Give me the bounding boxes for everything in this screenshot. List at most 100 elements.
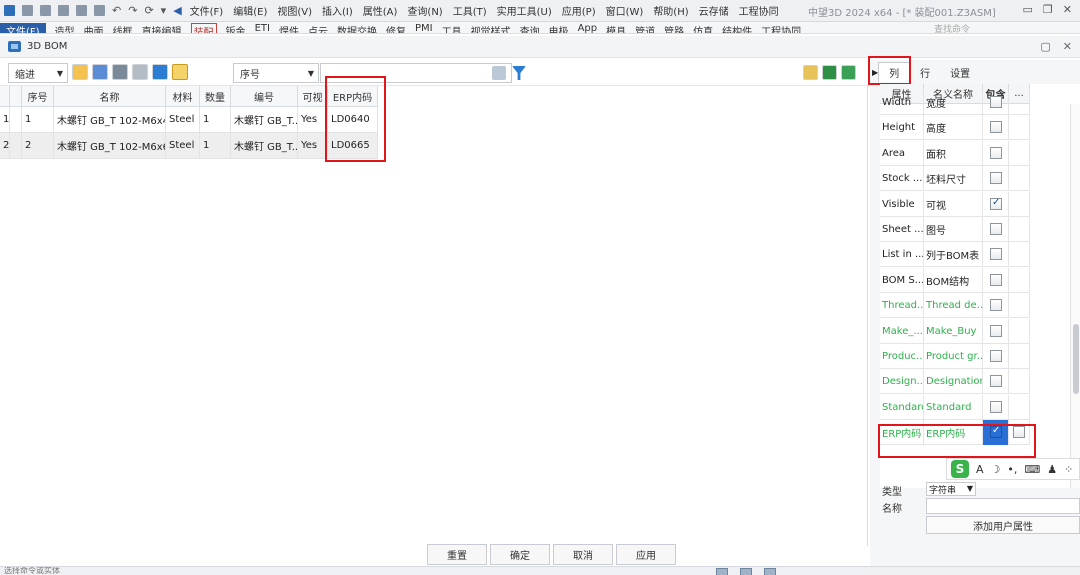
ribbon-tab[interactable]: 焊件 bbox=[279, 23, 299, 33]
render-mode-icon[interactable] bbox=[740, 568, 752, 575]
cell-seq[interactable]: 1 bbox=[22, 107, 54, 133]
refresh-icon[interactable] bbox=[152, 64, 168, 80]
include-checkbox[interactable] bbox=[990, 400, 1002, 413]
tab-settings[interactable]: 设置 bbox=[940, 62, 980, 82]
ribbon-tab[interactable]: 管道 bbox=[635, 23, 655, 33]
row-index[interactable]: 1 bbox=[0, 107, 10, 133]
include-checkbox[interactable] bbox=[990, 96, 1002, 108]
view-mode-icon[interactable] bbox=[716, 568, 728, 575]
cell-qty[interactable]: 1 bbox=[200, 133, 231, 159]
property-display-name[interactable]: Product gr... bbox=[924, 344, 983, 369]
include-checkbox[interactable] bbox=[990, 197, 1002, 210]
property-row[interactable]: Thread... Thread de... bbox=[880, 293, 1030, 319]
rebuild-icon[interactable]: ⟳ bbox=[144, 5, 153, 16]
include-checkbox[interactable] bbox=[990, 350, 1002, 362]
cell-material[interactable]: Steel bbox=[166, 133, 200, 159]
ribbon-tab[interactable]: 电极 bbox=[549, 23, 569, 33]
field-select[interactable]: 序号 ▼ bbox=[233, 63, 319, 83]
structure-icon[interactable] bbox=[112, 64, 128, 80]
include-checkbox[interactable] bbox=[990, 223, 1002, 235]
ribbon-tab[interactable]: 装配 bbox=[190, 23, 217, 33]
panel-close-icon[interactable]: ✕ bbox=[1063, 40, 1072, 53]
comment-icon[interactable]: ▢ bbox=[1040, 40, 1050, 53]
include-checkbox[interactable] bbox=[990, 121, 1002, 134]
col-header-qty[interactable]: 数量 bbox=[200, 86, 231, 107]
tab-file[interactable]: 文件(F) bbox=[0, 23, 46, 33]
ime-punct-icon[interactable]: •, bbox=[1007, 463, 1017, 476]
ribbon-tab[interactable]: 点云 bbox=[308, 23, 328, 33]
menu-item[interactable]: 工程协同 bbox=[739, 3, 779, 18]
property-row[interactable]: Area 面积 bbox=[880, 140, 1030, 166]
property-display-name[interactable]: 图号 bbox=[924, 217, 983, 242]
menu-item[interactable]: 属性(A) bbox=[363, 3, 398, 18]
property-row[interactable]: Produc... Product gr... bbox=[880, 344, 1030, 369]
apply-button[interactable]: 应用 bbox=[616, 544, 676, 565]
ime-moon-icon[interactable]: ☽ bbox=[991, 463, 1001, 476]
minimize-icon[interactable]: ▭ bbox=[1023, 3, 1033, 16]
ribbon-tab[interactable]: 模具 bbox=[606, 23, 626, 33]
list-icon[interactable] bbox=[132, 64, 148, 80]
property-row[interactable]: List in ... 列于BOM表 bbox=[880, 242, 1030, 268]
menu-item[interactable]: 实用工具(U) bbox=[497, 3, 552, 18]
property-display-name[interactable]: 宽度 bbox=[924, 90, 983, 115]
include-checkbox[interactable] bbox=[990, 146, 1002, 159]
property-row[interactable]: Standard Standard bbox=[880, 394, 1030, 420]
new-file-icon[interactable] bbox=[22, 5, 33, 16]
ribbon-tab[interactable]: 修复 bbox=[386, 23, 406, 33]
restore-icon[interactable]: ❐ bbox=[1043, 3, 1053, 16]
property-display-name[interactable]: 面积 bbox=[924, 140, 983, 166]
property-display-name[interactable]: 坯料尺寸 bbox=[924, 166, 983, 192]
print-icon[interactable] bbox=[76, 5, 87, 16]
property-display-name[interactable]: Thread de... bbox=[924, 293, 983, 319]
collapse-arrow-icon[interactable]: ◀ bbox=[173, 5, 181, 16]
ok-button[interactable]: 确定 bbox=[490, 544, 550, 565]
col-header-visible[interactable]: 可视 bbox=[298, 86, 328, 107]
cell-seq[interactable]: 2 bbox=[22, 133, 54, 159]
app-logo-icon[interactable] bbox=[4, 5, 15, 16]
property-row[interactable]: Design... Designation bbox=[880, 369, 1030, 395]
cell-visible[interactable]: Yes bbox=[298, 107, 328, 133]
menu-item[interactable]: 应用(P) bbox=[562, 3, 596, 18]
customize-dropdown-icon[interactable]: ▾ bbox=[161, 5, 167, 16]
add-user-attribute-button[interactable]: 添加用户属性 bbox=[926, 516, 1080, 534]
ribbon-tab[interactable]: 直接编辑 bbox=[142, 23, 182, 33]
scrollbar-thumb[interactable] bbox=[1073, 324, 1079, 394]
ribbon-tab[interactable]: PMI bbox=[415, 23, 433, 33]
property-display-name[interactable]: 列于BOM表 bbox=[924, 242, 983, 268]
ime-menu-icon[interactable]: ⁘ bbox=[1064, 463, 1073, 476]
cell-name[interactable]: 木螺钉 GB_T 102-M6x65 bbox=[54, 133, 166, 159]
include-checkbox[interactable] bbox=[990, 375, 1002, 388]
excel-import-icon[interactable] bbox=[841, 65, 856, 80]
reset-button[interactable]: 重置 bbox=[427, 544, 487, 565]
excel-export-icon[interactable] bbox=[822, 65, 837, 80]
ribbon-tab[interactable]: 钣金 bbox=[226, 23, 246, 33]
menu-item[interactable]: 窗口(W) bbox=[606, 3, 644, 18]
menu-item[interactable]: 工具(T) bbox=[453, 3, 487, 18]
ime-keyboard-icon[interactable]: ⌨ bbox=[1024, 463, 1040, 476]
property-display-name[interactable]: 高度 bbox=[924, 115, 983, 141]
view-mode-select[interactable]: 缩进 ▼ bbox=[8, 63, 68, 83]
ribbon-tab[interactable]: 工程协同 bbox=[761, 23, 801, 33]
col-header-code[interactable]: 编号 bbox=[231, 86, 298, 107]
name-input[interactable] bbox=[926, 498, 1080, 514]
open-file-icon[interactable] bbox=[40, 5, 51, 16]
add-attribute-icon[interactable] bbox=[72, 64, 88, 80]
filter-icon[interactable] bbox=[512, 66, 526, 80]
include-checkbox[interactable] bbox=[990, 299, 1002, 312]
ribbon-tab[interactable]: 管路 bbox=[664, 23, 684, 33]
save-all-icon[interactable] bbox=[94, 5, 105, 16]
ribbon-tab[interactable]: 结构件 bbox=[722, 23, 752, 33]
include-checkbox[interactable] bbox=[990, 172, 1002, 185]
ribbon-tab[interactable]: 工具 bbox=[442, 23, 462, 33]
ribbon-tab[interactable]: 视觉样式 bbox=[471, 23, 511, 33]
search-options-icon[interactable] bbox=[492, 66, 506, 80]
menu-item[interactable]: 视图(V) bbox=[277, 3, 312, 18]
ribbon-tab[interactable]: 造型 bbox=[55, 23, 75, 33]
menu-item[interactable]: 查询(N) bbox=[407, 3, 442, 18]
menu-item[interactable]: 文件(F) bbox=[190, 3, 224, 18]
property-display-name[interactable]: BOM结构 bbox=[924, 267, 983, 293]
ribbon-tab[interactable]: 曲面 bbox=[84, 23, 104, 33]
ribbon-tab[interactable]: 查询 bbox=[520, 23, 540, 33]
property-scrollbar[interactable] bbox=[1070, 104, 1080, 488]
ribbon-tab[interactable]: 仿真 bbox=[693, 23, 713, 33]
